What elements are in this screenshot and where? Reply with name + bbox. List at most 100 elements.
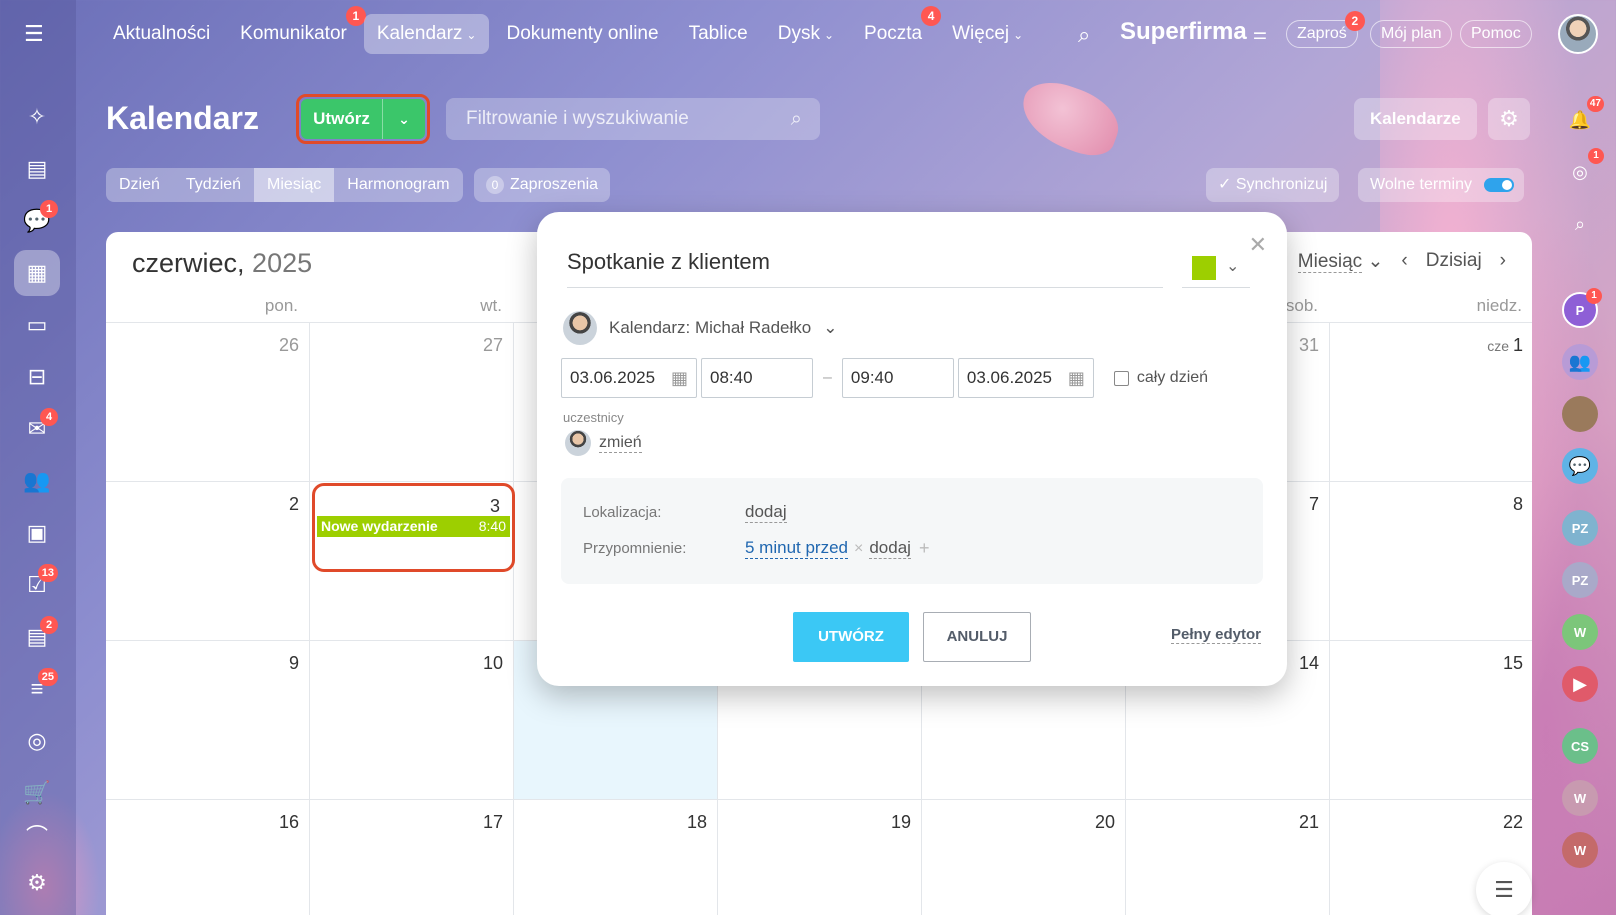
chat-avatar[interactable]: 💬: [1562, 448, 1598, 484]
tab-week[interactable]: Tydzień: [173, 168, 254, 202]
video-call-button[interactable]: ▶: [1562, 666, 1598, 702]
filter-search-input[interactable]: Filtrowanie i wyszukiwanie ⌕: [446, 98, 820, 140]
day-cell[interactable]: 8: [1330, 482, 1532, 641]
view-selector[interactable]: Miesiąc ⌄: [1297, 250, 1383, 273]
invite-button[interactable]: Zaproś 2: [1286, 11, 1365, 48]
list-menu-button[interactable]: ☰: [1476, 862, 1532, 915]
gear-icon[interactable]: ⚙: [1488, 98, 1530, 140]
calendar-selector[interactable]: Kalendarz: Michał Radełko ⌄: [563, 310, 837, 346]
today-button[interactable]: Dzisiaj: [1426, 250, 1482, 273]
user-avatar[interactable]: [1558, 14, 1598, 54]
all-day-checkbox[interactable]: cały dzień: [1113, 369, 1208, 387]
sidebar-item-crm[interactable]: ▤ 2: [14, 614, 60, 660]
sidebar-item-funnel[interactable]: ≡ 25: [14, 666, 60, 712]
sidebar-item-goals[interactable]: ◎: [14, 718, 60, 764]
sync-button[interactable]: ✓ Synchronizuj: [1206, 168, 1340, 202]
cancel-button[interactable]: ANULUJ: [923, 612, 1031, 662]
day-cell[interactable]: 17: [310, 800, 514, 915]
avatar-cs[interactable]: CS: [1562, 728, 1598, 764]
tab-schedule[interactable]: Harmonogram: [334, 168, 462, 202]
free-terms-toggle[interactable]: Wolne terminy: [1358, 168, 1524, 202]
highlighted-day-cell[interactable]: 3 Nowe wydarzenie 8:40: [312, 483, 515, 572]
end-time-field[interactable]: 09:40: [841, 358, 954, 398]
calendar-event[interactable]: Nowe wydarzenie 8:40: [317, 516, 510, 537]
nav-item-messenger[interactable]: Komunikator 1: [227, 6, 366, 54]
day-cell[interactable]: 20: [922, 800, 1126, 915]
sidebar-item-calendar[interactable]: ▦: [14, 250, 60, 296]
nav-item-calendar[interactable]: Kalendarz ⌄: [363, 14, 490, 54]
my-plan-button[interactable]: Mój plan: [1370, 20, 1453, 48]
avatar-w-2[interactable]: W: [1562, 780, 1598, 816]
toggle-switch[interactable]: [1484, 178, 1514, 192]
create-button-label[interactable]: Utwórz: [301, 99, 383, 139]
close-icon[interactable]: ✕: [1249, 232, 1267, 258]
avatar-w[interactable]: W: [1562, 614, 1598, 650]
create-button[interactable]: Utwórz ⌄: [301, 99, 425, 139]
day-cell[interactable]: 21: [1126, 800, 1330, 915]
chevron-right-icon[interactable]: ›: [1500, 250, 1506, 273]
search-icon[interactable]: ⌕: [1078, 22, 1090, 48]
group-avatar[interactable]: 👥: [1562, 344, 1598, 380]
create-event-button[interactable]: UTWÓRZ: [793, 612, 909, 662]
photo-avatar[interactable]: [1562, 396, 1598, 432]
add-reminder-link[interactable]: dodaj: [869, 538, 911, 559]
start-time-field[interactable]: 08:40: [701, 358, 813, 398]
checkbox[interactable]: [1113, 370, 1129, 386]
day-cell[interactable]: 15: [1330, 641, 1532, 800]
chevron-down-icon[interactable]: ⌄: [383, 99, 425, 139]
avatar-p[interactable]: P1: [1562, 288, 1602, 328]
sidebar-item-feed[interactable]: ▤: [14, 146, 60, 192]
day-cell[interactable]: 27: [310, 323, 514, 482]
avatar-pz[interactable]: PZ: [1562, 510, 1598, 546]
nav-item-more[interactable]: Więcej ⌄: [939, 14, 1036, 54]
avatar-w-3[interactable]: W: [1562, 832, 1598, 868]
sidebar-item-training[interactable]: ▣: [14, 510, 60, 556]
change-participants-link[interactable]: zmień: [599, 434, 642, 453]
notifications-button[interactable]: 🔔 47: [1562, 96, 1604, 138]
tab-month[interactable]: Miesiąc: [254, 168, 335, 202]
sidebar-item-ai[interactable]: ✧: [14, 94, 60, 140]
sidebar-item-shop[interactable]: 🛒: [14, 770, 60, 816]
invitations-button[interactable]: 0 Zaproszenia: [474, 168, 611, 202]
reminder-value-link[interactable]: 5 minut przed: [745, 538, 848, 559]
help-button[interactable]: Pomoc: [1460, 20, 1532, 48]
plus-icon[interactable]: +: [919, 538, 930, 559]
end-date-field[interactable]: 03.06.2025 ▦: [957, 358, 1094, 398]
event-title-input[interactable]: Spotkanie z klientem: [567, 242, 1163, 288]
add-location-link[interactable]: dodaj: [745, 502, 787, 523]
search-chat-button[interactable]: ⌕: [1562, 206, 1598, 242]
goals-button[interactable]: ◎ 1: [1562, 148, 1604, 190]
day-cell[interactable]: 2: [106, 482, 310, 641]
calendars-button[interactable]: Kalendarze: [1354, 98, 1477, 140]
start-date-field[interactable]: 03.06.2025 ▦: [561, 358, 697, 398]
remove-reminder-icon[interactable]: ×: [854, 540, 863, 558]
avatar-pz-2[interactable]: PZ: [1562, 562, 1598, 598]
day-cell[interactable]: 26: [106, 323, 310, 482]
day-cell[interactable]: 18: [514, 800, 718, 915]
sidebar-item-groups[interactable]: 👥: [14, 458, 60, 504]
nav-item-news[interactable]: Aktualności: [100, 14, 223, 54]
company-name[interactable]: Superfirma ⚌: [1120, 18, 1267, 46]
day-cell[interactable]: 16: [106, 800, 310, 915]
menu-burger-icon[interactable]: ☰: [24, 23, 50, 45]
sidebar-item-documents[interactable]: ▭: [14, 302, 60, 348]
full-editor-link[interactable]: Pełny edytor: [1170, 626, 1261, 644]
day-cell[interactable]: cze 1: [1330, 323, 1532, 482]
sidebar-item-mail[interactable]: ✉ 4: [14, 406, 60, 452]
sidebar-item-chat[interactable]: 💬 1: [14, 198, 60, 244]
sidebar-collapse[interactable]: ⌒: [14, 812, 60, 858]
day-cell[interactable]: 9: [106, 641, 310, 800]
day-cell[interactable]: 10: [310, 641, 514, 800]
sidebar-item-settings[interactable]: ⚙: [14, 860, 60, 906]
nav-item-docs-online[interactable]: Dokumenty online: [493, 14, 671, 54]
chevron-left-icon[interactable]: ‹: [1401, 250, 1407, 273]
nav-item-drive[interactable]: Dysk ⌄: [765, 14, 847, 54]
nav-item-mail[interactable]: Poczta 4: [851, 6, 942, 54]
tab-day[interactable]: Dzień: [106, 168, 173, 202]
sidebar-item-tasks[interactable]: ☑ 13: [14, 562, 60, 608]
day-number: 15: [1502, 653, 1523, 673]
color-picker[interactable]: ⌄: [1182, 242, 1250, 288]
day-cell[interactable]: 19: [718, 800, 922, 915]
nav-item-boards[interactable]: Tablice: [676, 14, 761, 54]
sidebar-item-drive[interactable]: ⊟: [14, 354, 60, 400]
